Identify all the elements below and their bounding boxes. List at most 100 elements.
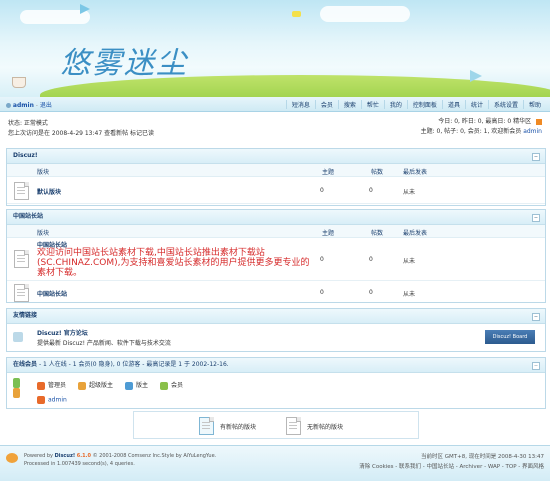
legend-super-moderator: 超级版主 [89, 382, 114, 389]
username-link[interactable]: admin [13, 102, 34, 109]
discuz-link[interactable]: Discuz! [55, 453, 76, 459]
category-header: 中国站长站 − [7, 210, 545, 225]
top-navbar: admin - 退出 短消息 会员 搜索 帮忙 我的 控制面板 道具 统计 系统… [0, 97, 550, 112]
today-stats[interactable]: 今日: 0, 昨日: 0, 最高日: 0 精华区 [438, 118, 531, 125]
paper-plane-icon [470, 70, 482, 82]
online-body: 管理员 超级版主 版主 会员 admin [7, 373, 545, 407]
version-text: 6.1.0 [76, 453, 91, 459]
online-user-link[interactable]: admin [48, 397, 67, 404]
col-posts: 帖数 [371, 169, 384, 176]
new-member-link[interactable]: admin [523, 128, 542, 135]
menu-item-controlpanel[interactable]: 控制面板 [406, 100, 442, 109]
header-banner: 悠雾迷尘 [0, 0, 550, 97]
menu-item-settings[interactable]: 系统设置 [487, 100, 523, 109]
online-legend: 管理员 超级版主 版主 会员 [37, 380, 183, 390]
category-title[interactable]: Discuz! [13, 152, 38, 159]
forum-status-legend: 有新帖的版块 无新帖的版块 [133, 411, 419, 439]
powered-by: Powered by Discuz! 6.1.0 © 2001-2008 Com… [24, 452, 216, 468]
forum-logo[interactable]: 悠雾迷尘 [60, 38, 188, 82]
admin-icon [37, 396, 45, 404]
new-posts-icon [199, 417, 214, 435]
footer-right: 当前时区 GMT+8, 现在时间是 2008-4-30 13:47 清除 Coo… [359, 452, 544, 472]
logout-link[interactable]: 退出 [40, 102, 52, 109]
online-header: 在线会员 - 1 人在线 - 1 会员(0 隐身), 0 位游客 - 最高记录是… [7, 358, 545, 373]
forum-lastpost: 从未 [403, 291, 416, 298]
online-title[interactable]: 在线会员 [13, 361, 37, 368]
paper-plane-icon [80, 4, 90, 14]
column-headers: 版块 主题 帖数 最后发表 [7, 164, 545, 177]
forum-name-link[interactable]: 中国站长站 [37, 289, 67, 298]
forum-category-chinaz: 中国站长站 − 版块 主题 帖数 最后发表 中国站长站 欢迎访问中国站长站素材下… [6, 209, 546, 303]
no-new-posts-icon [286, 417, 301, 435]
discuz-badge[interactable]: Discuz! Board [485, 330, 535, 344]
menu-item-help[interactable]: 帮助 [522, 100, 546, 109]
copyright-text: © 2001-2008 Comsenz Inc.Style by AiYuLen… [92, 453, 217, 459]
footer-links[interactable]: 清除 Cookies - 联系我们 - 中国站长站 - Archiver - W… [359, 462, 544, 472]
column-headers: 版块 主题 帖数 最后发表 [7, 225, 545, 238]
online-users: 在线会员 - 1 人在线 - 1 会员(0 隐身), 0 位游客 - 最高记录是… [6, 357, 546, 409]
member-icon [160, 381, 169, 390]
footer: Powered by Discuz! 6.1.0 © 2001-2008 Com… [0, 445, 550, 481]
forum-description: 欢迎访问中国站长站素材下载,中国站长站推出素材下载站(SC.CHINAZ.COM… [37, 248, 310, 278]
forum-row: 默认版块 0 0 从未 [7, 177, 545, 204]
menu-item-members[interactable]: 会员 [314, 100, 338, 109]
forum-posts: 0 [369, 289, 373, 296]
collapse-icon[interactable]: − [532, 153, 540, 161]
col-posts: 帖数 [371, 230, 384, 237]
total-stats: 主题: 0, 帖子: 0, 会员: 1, 欢迎新会员 [420, 128, 522, 135]
col-topics: 主题 [322, 169, 335, 176]
col-forum: 版块 [37, 230, 50, 237]
rss-icon[interactable] [536, 118, 542, 125]
user-info: admin - 退出 [6, 100, 52, 109]
forum-topics: 0 [320, 256, 324, 263]
moderator-icon [125, 381, 134, 390]
powered-prefix: Powered by [24, 453, 53, 459]
menu-item-help1[interactable]: 帮忙 [360, 100, 384, 109]
forum-name-link[interactable]: 默认版块 [37, 187, 61, 196]
timezone-text: 当前时区 GMT+8, 现在时间是 2008-4-30 13:47 [420, 454, 544, 460]
forum-topics: 0 [320, 289, 324, 296]
menu-item-tools[interactable]: 道具 [441, 100, 465, 109]
butterfly-icon [292, 11, 301, 17]
link-description: 提供最新 Discuz! 产品新闻、软件下载与技术交流 [37, 340, 171, 347]
discuz-logo-icon [6, 453, 18, 463]
collapse-icon[interactable]: − [532, 362, 540, 370]
menu-item-stats[interactable]: 统计 [464, 100, 488, 109]
last-visit-text: 您上次访问是在 2008-4-29 13:47 查看新帖 标记已读 [8, 130, 154, 137]
forum-status-icon [14, 284, 29, 302]
online-summary: - 1 人在线 - 1 会员(0 隐身), 0 位游客 - 最高记录是 1 于 … [38, 361, 229, 368]
links-header: 友情链接 − [7, 309, 545, 324]
legend-moderator: 版主 [136, 382, 149, 389]
category-header: Discuz! − [7, 149, 545, 164]
collapse-icon[interactable]: − [532, 214, 540, 222]
col-lastpost: 最后发表 [403, 230, 428, 237]
forum-category-discuz: Discuz! − 版块 主题 帖数 最后发表 默认版块 0 0 从未 [6, 148, 546, 206]
menu-item-pm[interactable]: 短消息 [285, 100, 315, 109]
legend-admin: 管理员 [48, 382, 67, 389]
forum-posts: 0 [369, 187, 373, 194]
link-logo-icon [13, 332, 23, 342]
category-title[interactable]: 中国站长站 [13, 213, 43, 220]
admin-icon [37, 381, 45, 390]
link-name[interactable]: Discuz! 官方论坛 [37, 328, 88, 337]
forum-status-icon [14, 182, 29, 200]
friend-links: 友情链接 − Discuz! 官方论坛 提供最新 Discuz! 产品新闻、软件… [6, 308, 546, 352]
menu-item-search[interactable]: 搜索 [337, 100, 361, 109]
board-stats: 今日: 0, 昨日: 0, 最高日: 0 精华区 主题: 0, 帖子: 0, 会… [421, 117, 542, 137]
menu-item-my[interactable]: 我的 [383, 100, 407, 109]
legend-new: 有新帖的版块 [220, 424, 257, 431]
forum-row: 中国站长站 欢迎访问中国站长站素材下载,中国站长站推出素材下载站(SC.CHIN… [7, 238, 545, 281]
collapse-icon[interactable]: − [532, 313, 540, 321]
legend-member: 会员 [171, 382, 184, 389]
main-menu: 短消息 会员 搜索 帮忙 我的 控制面板 道具 统计 系统设置 帮助 [285, 100, 546, 109]
visit-info: 状态: 正常模式 您上次访问是在 2008-4-29 13:47 查看新帖 标记… [8, 119, 154, 139]
coffee-cup-icon [12, 77, 26, 88]
users-group-icon [13, 378, 29, 398]
col-lastpost: 最后发表 [403, 169, 428, 176]
col-forum: 版块 [37, 169, 50, 176]
forum-row: 中国站长站 0 0 从未 [7, 281, 545, 303]
forum-status-icon [14, 250, 29, 268]
processed-text: Processed in 1.007439 second(s), 4 queri… [24, 461, 135, 467]
status-text: 状态: 正常模式 [8, 120, 48, 127]
links-title: 友情链接 [13, 312, 38, 319]
